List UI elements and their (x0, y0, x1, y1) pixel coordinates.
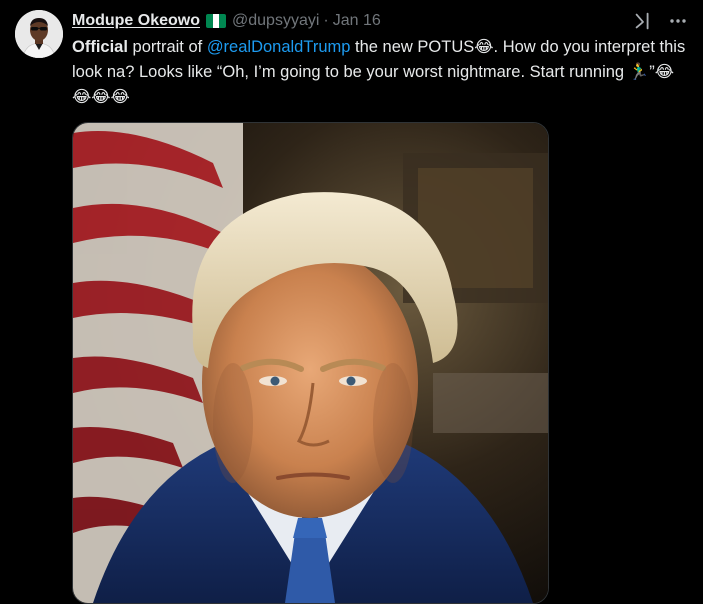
mention-link[interactable]: @realDonaldTrump (207, 38, 351, 56)
tweet-photo[interactable] (72, 122, 549, 604)
avatar[interactable] (15, 10, 63, 58)
author-name[interactable]: Modupe Okeowo (72, 12, 200, 30)
running-emoji: 🏃‍♂️ (628, 63, 650, 81)
tweet-text: Official portrait of @realDonaldTrump th… (72, 35, 692, 110)
tweet-text-segment: portrait of (127, 38, 207, 56)
header-actions (632, 10, 688, 37)
post-date[interactable]: Jan 16 (333, 12, 381, 30)
tweet-bold-word: Official (72, 38, 128, 56)
more-icon[interactable] (668, 11, 688, 36)
laughing-emoji: 😂 (474, 38, 494, 56)
tweet-text-segment: the new POTUS (350, 38, 475, 56)
author-handle[interactable]: @dupsyyayi (232, 12, 319, 30)
separator-dot: · (323, 12, 329, 29)
grok-icon[interactable] (632, 10, 654, 37)
tweet-header: Modupe Okeowo @dupsyyayi · Jan 16 (72, 10, 688, 32)
nigeria-flag-icon (206, 14, 226, 28)
